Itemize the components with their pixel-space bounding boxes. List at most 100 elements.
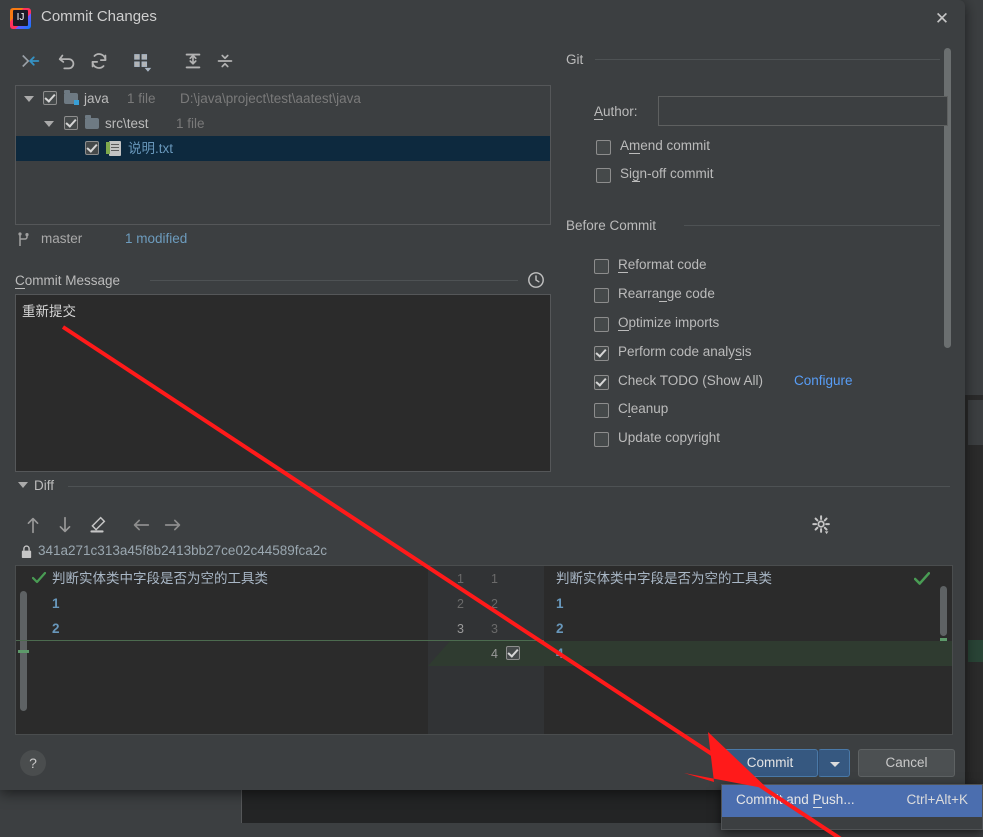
diff-gutter: 1 2 3 1 2 3 4 — [428, 566, 544, 734]
checkbox-file[interactable] — [85, 141, 99, 155]
optimize-imports-label: Optimize imports — [618, 315, 720, 331]
sign-off-commit-checkbox[interactable] — [596, 168, 611, 183]
diff-added-separator — [428, 640, 544, 641]
folder-modified-icon — [64, 90, 79, 105]
tree-node-path: D:\java\project\test\aatest\java — [180, 91, 361, 106]
cleanup-label: Cleanup — [618, 401, 669, 417]
diff-left-pane[interactable]: 判断实体类中字段是否为空的工具类 1 2 — [16, 566, 428, 734]
before-commit-section-title: Before Commit — [566, 218, 657, 233]
sign-off-commit-label: Sign-off commit — [620, 166, 714, 182]
tree-node-count: 1 file — [176, 116, 205, 131]
table-row[interactable]: 说明.txt — [16, 136, 550, 161]
section-divider — [595, 59, 940, 60]
diff-collapse-icon[interactable] — [18, 482, 28, 488]
gutter-right-number: 1 — [491, 572, 498, 586]
clock-history-icon[interactable] — [527, 271, 545, 289]
expand-all-icon[interactable] — [182, 50, 204, 72]
changed-files-tree[interactable]: java 1 file D:\java\project\test\aatest\… — [15, 85, 551, 225]
tree-expander-icon[interactable] — [44, 121, 54, 127]
rearrange-code-checkbox[interactable] — [594, 288, 609, 303]
gutter-left-number: 2 — [457, 597, 464, 611]
table-row[interactable]: src\test 1 file — [16, 111, 550, 136]
diff-toolbar: Side-by-side viewer Do not ignore Highli… — [0, 505, 965, 545]
diff-viewer[interactable]: 判断实体类中字段是否为空的工具类 1 2 1 2 3 1 2 3 4 判断实体类… — [15, 565, 953, 735]
reformat-code-checkbox[interactable] — [594, 259, 609, 274]
tree-node-label: java — [84, 91, 109, 106]
gutter-right-number: 3 — [491, 622, 498, 636]
branch-name: master — [41, 231, 83, 246]
menu-item-commit-and-push[interactable]: Commit and Push... Ctrl+Alt+K — [722, 785, 982, 817]
refresh-icon[interactable] — [88, 50, 110, 72]
check-todo-label: Check TODO (Show All) — [618, 373, 764, 388]
author-field[interactable] — [658, 96, 948, 126]
text-file-icon — [106, 141, 121, 156]
show-diff-icon[interactable] — [20, 50, 42, 72]
commit-options-dropdown[interactable] — [818, 749, 850, 777]
folder-icon — [85, 115, 99, 129]
previous-difference-icon[interactable] — [22, 514, 44, 536]
commit-message-title: Commit Message — [15, 273, 121, 289]
perform-code-analysis-label: Perform code analysis — [618, 344, 752, 360]
diff-line: 1 — [556, 596, 564, 611]
ide-change-marker — [968, 640, 983, 662]
section-divider — [684, 225, 940, 226]
table-row[interactable]: java 1 file D:\java\project\test\aatest\… — [16, 86, 550, 111]
optimize-imports-checkbox[interactable] — [594, 317, 609, 332]
diff-line — [40, 641, 428, 666]
section-divider — [150, 280, 518, 281]
ide-right-column — [968, 400, 983, 445]
accept-change-checkbox[interactable] — [506, 646, 520, 660]
update-copyright-label: Update copyright — [618, 430, 721, 445]
diff-line: 2 — [52, 621, 60, 636]
help-button[interactable]: ? — [20, 750, 46, 776]
diff-line: 1 — [52, 596, 60, 611]
check-todo-checkbox[interactable] — [594, 375, 609, 390]
tree-expander-icon[interactable] — [24, 96, 34, 102]
tree-node-label: src\test — [105, 116, 149, 131]
accept-right-icon[interactable] — [162, 514, 184, 536]
next-difference-icon[interactable] — [54, 514, 76, 536]
cancel-button[interactable]: Cancel — [858, 749, 955, 777]
menu-item-shortcut: Ctrl+Alt+K — [906, 792, 968, 807]
checkbox-src-test[interactable] — [64, 116, 78, 130]
diff-right-pane[interactable]: 判断实体类中字段是否为空的工具类 1 2 4 — [544, 566, 952, 734]
section-divider — [68, 486, 950, 487]
group-by-icon[interactable] — [131, 50, 153, 72]
dialog-title: Commit Changes — [41, 8, 157, 25]
commit-changes-dialog: IJ Commit Changes ✕ java 1 file D:\java\… — [0, 0, 965, 790]
modified-count: 1 modified — [125, 231, 188, 246]
commit-options-popup: Commit and Push... Ctrl+Alt+K — [721, 784, 983, 830]
rearrange-code-label: Rearrange code — [618, 286, 715, 302]
gutter-left-number: 1 — [457, 572, 464, 586]
revision-hash: 341a271c313a45f8b2413bb27ce02c44589fca2c — [38, 543, 328, 558]
intellij-idea-icon: IJ — [10, 8, 31, 29]
cleanup-checkbox[interactable] — [594, 403, 609, 418]
gutter-right-number: 2 — [491, 597, 498, 611]
author-label: Author: — [594, 104, 638, 120]
revert-icon[interactable] — [56, 50, 78, 72]
collapse-all-icon[interactable] — [214, 50, 236, 72]
diff-line: 判断实体类中字段是否为空的工具类 — [556, 571, 772, 586]
gutter-left-number: 3 — [457, 622, 464, 636]
commit-button[interactable]: Commit — [722, 749, 818, 777]
diff-revision-bar: 341a271c313a45f8b2413bb27ce02c44589fca2c… — [0, 541, 965, 563]
close-icon[interactable]: ✕ — [929, 6, 955, 32]
ide-toolwindow-cell-mid — [208, 790, 241, 823]
checkbox-java[interactable] — [43, 91, 57, 105]
git-section-title: Git — [566, 52, 584, 67]
edit-source-icon[interactable] — [86, 514, 108, 536]
reformat-code-label: Reformat code — [618, 257, 707, 273]
perform-code-analysis-checkbox[interactable] — [594, 346, 609, 361]
menu-item-label: Commit and Push... — [736, 792, 855, 808]
amend-commit-checkbox[interactable] — [596, 140, 611, 155]
settings-gear-icon[interactable] — [811, 514, 833, 536]
options-scrollbar-thumb[interactable] — [944, 48, 951, 348]
diff-line-added: 4 — [556, 646, 564, 661]
configure-link[interactable]: Configure — [794, 373, 853, 388]
update-copyright-checkbox[interactable] — [594, 432, 609, 447]
amend-commit-label: Amend commit — [620, 138, 711, 154]
diff-section-title: Diff — [34, 478, 55, 493]
accept-left-icon[interactable] — [130, 514, 152, 536]
tree-node-count: 1 file — [127, 91, 156, 106]
commit-message-input[interactable]: 重新提交 — [15, 294, 551, 472]
